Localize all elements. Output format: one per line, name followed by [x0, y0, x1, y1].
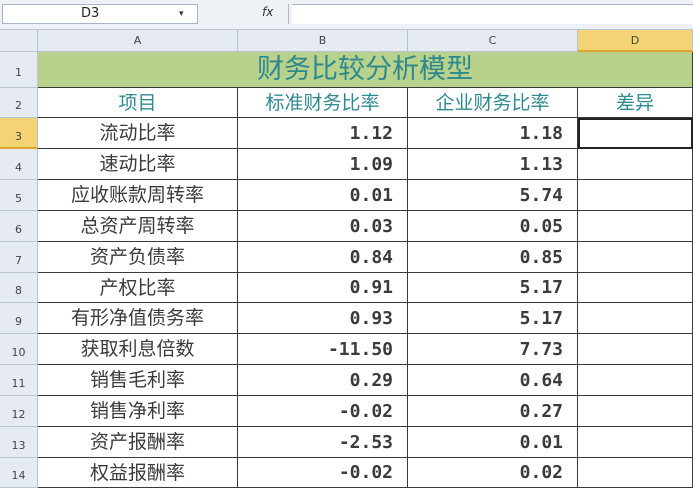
standard-value-cell[interactable]: -11.50	[238, 334, 408, 365]
row-header-1[interactable]: 1	[0, 52, 38, 88]
company-value-cell[interactable]: 0.05	[408, 211, 578, 242]
row-header-13[interactable]: 13	[0, 427, 38, 458]
standard-value-cell[interactable]: 0.84	[238, 242, 408, 273]
diff-value-cell[interactable]	[578, 149, 693, 180]
diff-value-cell[interactable]	[578, 118, 693, 149]
standard-value-cell[interactable]: 0.03	[238, 211, 408, 242]
row-header-8[interactable]: 8	[0, 273, 38, 303]
company-value-cell[interactable]: 5.17	[408, 273, 578, 303]
row-header-11[interactable]: 11	[0, 365, 38, 396]
standard-value-cell[interactable]: 0.91	[238, 273, 408, 303]
standard-value-cell[interactable]: 0.29	[238, 365, 408, 396]
item-name-cell[interactable]: 产权比率	[38, 273, 238, 303]
diff-value-cell[interactable]	[578, 365, 693, 396]
cell-reference: D3	[81, 6, 100, 21]
standard-value-cell[interactable]: 1.09	[238, 149, 408, 180]
column-header-d[interactable]: D	[578, 30, 693, 52]
diff-value-cell[interactable]	[578, 211, 693, 242]
diff-value-cell[interactable]	[578, 334, 693, 365]
company-value-cell[interactable]: 0.01	[408, 427, 578, 458]
standard-value-cell[interactable]: 0.93	[238, 303, 408, 334]
company-value-cell[interactable]: 7.73	[408, 334, 578, 365]
item-name-cell[interactable]: 有形净值债务率	[38, 303, 238, 334]
column-title-c[interactable]: 企业财务比率	[408, 88, 578, 118]
diff-value-cell[interactable]	[578, 242, 693, 273]
company-value-cell[interactable]: 1.13	[408, 149, 578, 180]
diff-value-cell[interactable]	[578, 427, 693, 458]
item-name-cell[interactable]: 资产负债率	[38, 242, 238, 273]
item-name-cell[interactable]: 权益报酬率	[38, 458, 238, 488]
row-header-2[interactable]: 2	[0, 88, 38, 118]
company-value-cell[interactable]: 0.27	[408, 396, 578, 427]
column-title-d[interactable]: 差异	[578, 88, 693, 118]
diff-value-cell[interactable]	[578, 180, 693, 211]
item-name-cell[interactable]: 资产报酬率	[38, 427, 238, 458]
row-header-9[interactable]: 9	[0, 303, 38, 334]
select-all-corner[interactable]	[0, 30, 38, 52]
item-name-cell[interactable]: 流动比率	[38, 118, 238, 149]
formula-input[interactable]	[292, 4, 693, 24]
company-value-cell[interactable]: 0.85	[408, 242, 578, 273]
row-header-6[interactable]: 6	[0, 211, 38, 242]
row-header-7[interactable]: 7	[0, 242, 38, 273]
name-box[interactable]: D3 ▾	[2, 4, 198, 24]
standard-value-cell[interactable]: -2.53	[238, 427, 408, 458]
diff-value-cell[interactable]	[578, 303, 693, 334]
chevron-down-icon[interactable]: ▾	[179, 5, 184, 23]
row-header-10[interactable]: 10	[0, 334, 38, 365]
diff-value-cell[interactable]	[578, 396, 693, 427]
diff-value-cell[interactable]	[578, 458, 693, 488]
formula-bar-divider	[288, 4, 289, 24]
standard-value-cell[interactable]: -0.02	[238, 396, 408, 427]
item-name-cell[interactable]: 销售毛利率	[38, 365, 238, 396]
item-name-cell[interactable]: 总资产周转率	[38, 211, 238, 242]
item-name-cell[interactable]: 应收账款周转率	[38, 180, 238, 211]
row-header-5[interactable]: 5	[0, 180, 38, 211]
company-value-cell[interactable]: 5.74	[408, 180, 578, 211]
standard-value-cell[interactable]: -0.02	[238, 458, 408, 488]
column-title-a[interactable]: 项目	[38, 88, 238, 118]
column-header-a[interactable]: A	[38, 30, 238, 52]
row-header-12[interactable]: 12	[0, 396, 38, 427]
item-name-cell[interactable]: 销售净利率	[38, 396, 238, 427]
diff-value-cell[interactable]	[578, 273, 693, 303]
column-header-c[interactable]: C	[408, 30, 578, 52]
company-value-cell[interactable]: 0.02	[408, 458, 578, 488]
row-header-4[interactable]: 4	[0, 149, 38, 180]
function-icon[interactable]: fx	[262, 5, 273, 19]
column-title-b[interactable]: 标准财务比率	[238, 88, 408, 118]
standard-value-cell[interactable]: 1.12	[238, 118, 408, 149]
column-header-b[interactable]: B	[238, 30, 408, 52]
company-value-cell[interactable]: 5.17	[408, 303, 578, 334]
standard-value-cell[interactable]: 0.01	[238, 180, 408, 211]
formula-bar: D3 ▾ fx	[0, 0, 693, 30]
company-value-cell[interactable]: 1.18	[408, 118, 578, 149]
row-header-14[interactable]: 14	[0, 458, 38, 488]
item-name-cell[interactable]: 速动比率	[38, 149, 238, 180]
row-header-3[interactable]: 3	[0, 118, 38, 149]
item-name-cell[interactable]: 获取利息倍数	[38, 334, 238, 365]
company-value-cell[interactable]: 0.64	[408, 365, 578, 396]
sheet-title[interactable]: 财务比较分析模型	[38, 52, 693, 88]
